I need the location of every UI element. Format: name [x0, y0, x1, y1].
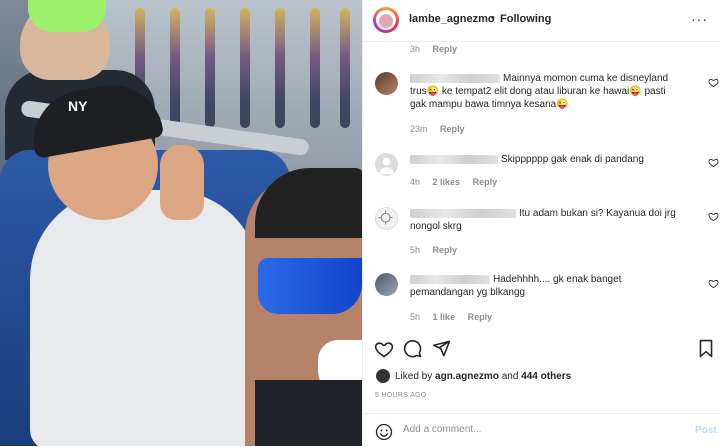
blurred-username[interactable]: [410, 274, 490, 284]
blurred-username[interactable]: [410, 154, 498, 164]
photo-decoration: [275, 8, 285, 128]
comment-icon[interactable]: [403, 339, 422, 358]
photo-hoodie: [30, 190, 260, 446]
reply-button[interactable]: Reply: [468, 312, 493, 322]
likes-count[interactable]: 2 likes: [433, 177, 461, 187]
share-icon[interactable]: [432, 339, 451, 358]
comment-time: 4h: [410, 177, 421, 187]
comment-text: Skipppppp gak enak di pandang: [410, 153, 682, 166]
post-header: lambe_agnezmo • Following ···: [363, 0, 720, 42]
likes-count[interactable]: 1 like: [433, 312, 456, 322]
photo-decoration: [310, 8, 320, 128]
comment-meta: 5h 1 like Reply: [410, 312, 502, 322]
comment-meta: 23m Reply: [410, 124, 475, 134]
comment-meta: 4h 2 likes Reply: [410, 177, 507, 187]
liked-by-prefix: Liked by: [395, 371, 433, 382]
reply-button[interactable]: Reply: [433, 44, 458, 54]
author-avatar[interactable]: [373, 7, 399, 33]
post-photo[interactable]: NY: [0, 0, 362, 446]
photo-green-hat: [28, 0, 106, 32]
comment-time: 5h: [410, 312, 421, 322]
heart-icon[interactable]: [708, 278, 719, 289]
more-options-icon[interactable]: ···: [691, 11, 708, 27]
commenter-avatar[interactable]: [375, 72, 398, 95]
comment-text: Itu adam bukan si? Kayanua doi jrg nongo…: [410, 207, 682, 233]
commenter-avatar[interactable]: [375, 153, 398, 176]
add-comment-bar: Post: [363, 413, 720, 447]
photo-decoration: [205, 8, 215, 128]
liked-by-user[interactable]: agn.agnezmo: [435, 371, 499, 382]
commenter-avatar[interactable]: [375, 207, 398, 230]
photo-decoration: [340, 8, 350, 128]
post-side-panel: lambe_agnezmo • Following ··· 3h Reply M…: [362, 0, 720, 446]
author-username[interactable]: lambe_agnezmo: [409, 13, 495, 25]
heart-icon[interactable]: [708, 157, 719, 168]
photo-peace-hand: [160, 145, 204, 220]
add-comment-input[interactable]: [403, 424, 653, 435]
heart-icon[interactable]: [708, 211, 719, 222]
comment-time: 23m: [410, 124, 428, 134]
heart-icon[interactable]: [708, 77, 719, 88]
comment-time: 3h: [410, 44, 421, 54]
photo-cap-logo: NY: [68, 98, 88, 114]
photo-decoration: [170, 8, 180, 128]
post-button[interactable]: Post: [695, 425, 717, 436]
reply-button[interactable]: Reply: [440, 124, 465, 134]
liked-by-summary: Liked by agn.agnezmo and 444 others: [395, 371, 571, 382]
commenter-avatar[interactable]: [375, 273, 398, 296]
photo-jacket: [255, 380, 362, 446]
comment-meta: 3h Reply: [410, 44, 467, 54]
liked-by-conj: and: [501, 371, 519, 382]
liked-by-others[interactable]: 444 others: [521, 371, 571, 382]
heart-icon[interactable]: [374, 339, 394, 359]
post-actions: [363, 333, 720, 363]
comment-text: Hadehhhh.... gk enak banget pemandangan …: [410, 273, 682, 299]
bookmark-icon[interactable]: [698, 339, 714, 358]
comment-body: Skipppppp gak enak di pandang: [501, 154, 644, 165]
liked-by-avatar[interactable]: [376, 369, 390, 383]
reply-button[interactable]: Reply: [433, 245, 458, 255]
comment-text: Mainnya momon cuma ke disneyland trus😜 k…: [410, 72, 682, 111]
comment-time: 5h: [410, 245, 421, 255]
photo-sunglasses: [258, 258, 362, 314]
blurred-username[interactable]: [410, 73, 500, 83]
comment-meta: 5h Reply: [410, 245, 467, 255]
header-separator: •: [491, 12, 495, 24]
reply-button[interactable]: Reply: [473, 177, 498, 187]
photo-decoration: [240, 8, 250, 128]
following-button[interactable]: Following: [500, 13, 551, 25]
post-timestamp[interactable]: 5 HOURS AGO: [375, 392, 427, 399]
blurred-username[interactable]: [410, 208, 516, 218]
emoji-icon[interactable]: [375, 423, 393, 441]
